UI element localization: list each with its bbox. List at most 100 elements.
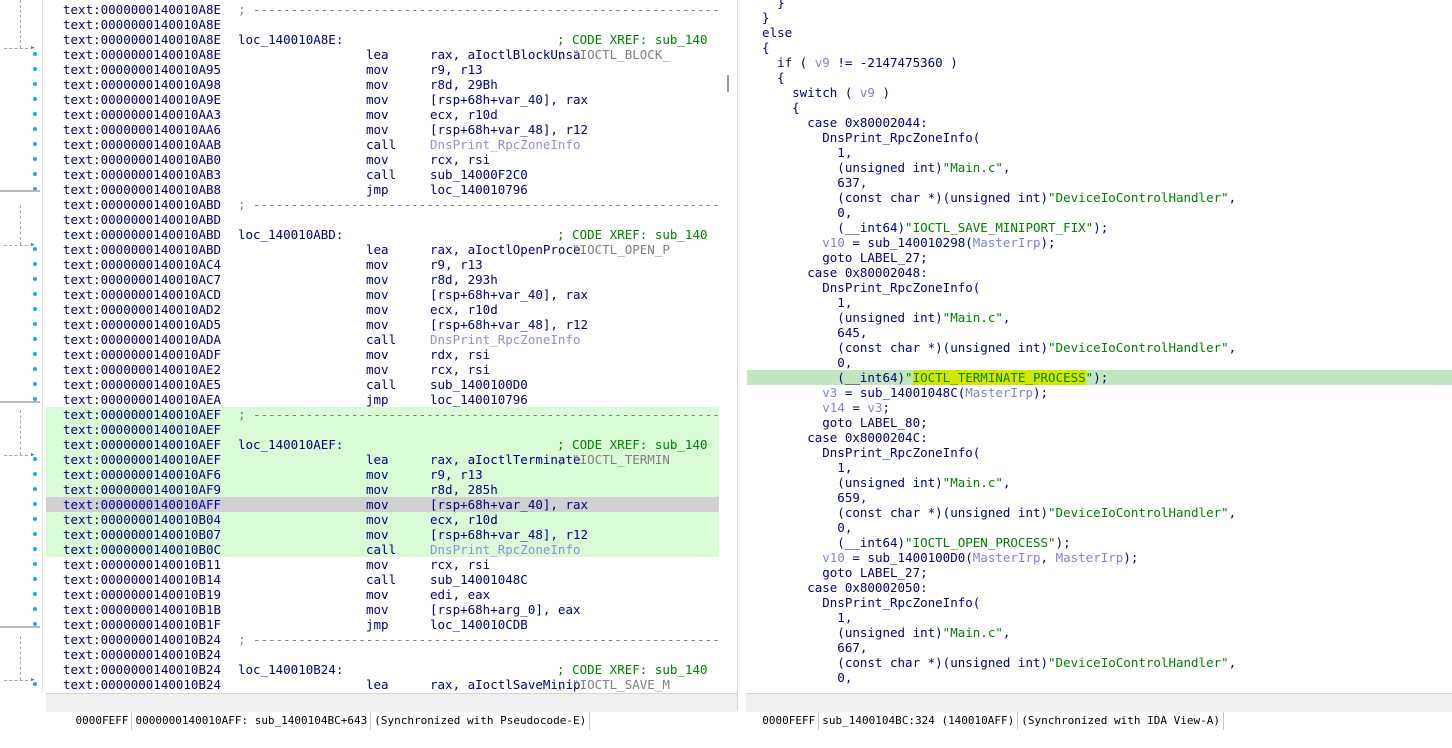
pseudocode-line[interactable]: 0, xyxy=(747,670,1452,685)
disasm-line[interactable]: text:0000000140010ABD ; -----------------… xyxy=(46,197,719,212)
disasm-line[interactable]: text:0000000140010AEF xyxy=(46,422,719,437)
disasm-line[interactable]: text:0000000140010ABD loc_140010ABD: ; COD… xyxy=(46,227,719,242)
pseudocode-line[interactable]: v10 = sub_1400100D0(MasterIrp, MasterIrp… xyxy=(747,550,1452,565)
disassembly-listing[interactable]: text:0000000140010A8E ; -----------------… xyxy=(46,0,719,693)
disasm-line[interactable]: text:0000000140010AB3 call sub_14000F2C0 xyxy=(46,167,719,182)
pseudocode-panel[interactable]: } } else { if ( v9 != -2147475360 ) { sw… xyxy=(737,0,1452,711)
disasm-line[interactable]: text:0000000140010B0C call DnsPrint_RpcZon… xyxy=(46,542,719,557)
breakpoint-dot-icon[interactable] xyxy=(33,157,37,161)
ida-view-panel[interactable]: ▸ ▸ ▸ ▸ text:0000000140010A8E ; ------------… xyxy=(0,0,737,730)
disasm-line[interactable]: text:0000000140010AF6 mov r9, r13 xyxy=(46,467,719,482)
breakpoint-dot-icon[interactable] xyxy=(33,172,37,176)
disasm-line[interactable]: text:0000000140010AEF loc_140010AEF: ; COD… xyxy=(46,437,719,452)
disasm-line[interactable]: text:0000000140010A8E lea rax, aIoctlBlock… xyxy=(46,47,719,62)
pseudocode-line[interactable]: } xyxy=(747,10,1452,25)
pseudocode-line[interactable]: case 0x80002048: xyxy=(747,265,1452,280)
breakpoint-dot-icon[interactable] xyxy=(33,487,37,491)
pseudocode-line[interactable]: goto LABEL_27; xyxy=(747,565,1452,580)
pseudocode-line[interactable]: DnsPrint_RpcZoneInfo( xyxy=(747,130,1452,145)
breakpoint-dot-icon[interactable] xyxy=(33,262,37,266)
disasm-line[interactable]: text:0000000140010AE2 mov rcx, rsi xyxy=(46,362,719,377)
pseudocode-line[interactable]: 645, xyxy=(747,325,1452,340)
disasm-line[interactable]: text:0000000140010AC4 mov r9, r13 xyxy=(46,257,719,272)
pseudocode-line[interactable]: (unsigned int)"Main.c", xyxy=(747,475,1452,490)
pseudocode-line[interactable]: else xyxy=(747,25,1452,40)
disasm-line[interactable]: text:0000000140010ADF mov rdx, rsi xyxy=(46,347,719,362)
disasm-line[interactable]: text:0000000140010B07 mov [rsp+68h+var_48]… xyxy=(46,527,719,542)
pseudocode-line[interactable]: switch ( v9 ) xyxy=(747,85,1452,100)
disasm-line[interactable]: text:0000000140010B24 ; -----------------… xyxy=(46,632,719,647)
pseudocode-line[interactable]: (const char *)(unsigned int)"DeviceIoCon… xyxy=(747,505,1452,520)
pseudocode-line[interactable]: goto LABEL_27; xyxy=(747,250,1452,265)
breakpoint-dot-icon[interactable] xyxy=(33,142,37,146)
pseudocode-line[interactable]: DnsPrint_RpcZoneInfo( xyxy=(747,280,1452,295)
disasm-line[interactable]: text:0000000140010ACD mov [rsp+68h+var_40]… xyxy=(46,287,719,302)
pseudocode-line[interactable]: 0, xyxy=(747,520,1452,535)
vertical-scrollbar-thumb[interactable] xyxy=(727,75,729,92)
pseudocode-line[interactable]: { xyxy=(747,40,1452,55)
pseudocode-line[interactable]: 0, xyxy=(747,205,1452,220)
pseudocode-line[interactable]: { xyxy=(747,70,1452,85)
disasm-line[interactable]: text:0000000140010A98 mov r8d, 29Bh xyxy=(46,77,719,92)
pseudocode-line[interactable]: if ( v9 != -2147475360 ) xyxy=(747,55,1452,70)
disasm-line[interactable]: text:0000000140010AEA jmp loc_140010796 xyxy=(46,392,719,407)
pseudocode-line[interactable]: } xyxy=(747,0,1452,10)
breakpoint-dot-icon[interactable] xyxy=(33,337,37,341)
disasm-line[interactable]: text:0000000140010AE5 call sub_1400100D0 xyxy=(46,377,719,392)
disasm-line[interactable]: text:0000000140010B1B mov [rsp+68h+arg_0],… xyxy=(46,602,719,617)
pseudocode-line[interactable]: 1, xyxy=(747,295,1452,310)
breakpoint-dot-icon[interactable] xyxy=(33,607,37,611)
disasm-line[interactable]: text:0000000140010A8E loc_140010A8E: ; COD… xyxy=(46,32,719,47)
disasm-line[interactable]: text:0000000140010AD5 mov [rsp+68h+var_48]… xyxy=(46,317,719,332)
disasm-line[interactable]: text:0000000140010AC7 mov r8d, 293h xyxy=(46,272,719,287)
breakpoint-dot-icon[interactable] xyxy=(33,532,37,536)
pseudocode-line[interactable]: 1, xyxy=(747,145,1452,160)
disasm-line[interactable]: text:0000000140010B11 mov rcx, rsi xyxy=(46,557,719,572)
disasm-line[interactable]: text:0000000140010B1F jmp loc_140010CDB xyxy=(46,617,719,632)
pseudocode-line[interactable]: 1, xyxy=(747,610,1452,625)
disasm-line[interactable]: text:0000000140010AB0 mov rcx, rsi xyxy=(46,152,719,167)
disasm-line[interactable]: text:0000000140010AAB call DnsPrint_RpcZon… xyxy=(46,137,719,152)
pseudocode-line[interactable]: case 0x8000204C: xyxy=(747,430,1452,445)
pseudocode-line[interactable]: 1, xyxy=(747,460,1452,475)
breakpoint-dot-icon[interactable] xyxy=(33,277,37,281)
pseudocode-line[interactable]: (const char *)(unsigned int)"DeviceIoCon… xyxy=(747,655,1452,670)
pseudocode-line[interactable]: 667, xyxy=(747,640,1452,655)
breakpoint-dot-icon[interactable] xyxy=(33,322,37,326)
breakpoint-dot-icon[interactable] xyxy=(33,97,37,101)
pseudocode-line[interactable]: DnsPrint_RpcZoneInfo( xyxy=(747,445,1452,460)
breakpoint-dot-icon[interactable] xyxy=(33,577,37,581)
disasm-line[interactable]: text:0000000140010A9E mov [rsp+68h+var_40]… xyxy=(46,92,719,107)
breakpoint-dot-icon[interactable] xyxy=(33,112,37,116)
pseudocode-line[interactable]: (const char *)(unsigned int)"DeviceIoCon… xyxy=(747,340,1452,355)
breakpoint-dot-icon[interactable] xyxy=(33,502,37,506)
pseudocode-line[interactable]: (unsigned int)"Main.c", xyxy=(747,310,1452,325)
disasm-line[interactable]: text:0000000140010ABD xyxy=(46,212,719,227)
breakpoint-dot-icon[interactable] xyxy=(33,367,37,371)
pseudocode-line[interactable]: 0, xyxy=(747,355,1452,370)
breakpoint-dot-icon[interactable] xyxy=(33,352,37,356)
breakpoint-dot-icon[interactable] xyxy=(33,67,37,71)
pseudocode-line[interactable]: case 0x80002044: xyxy=(747,115,1452,130)
disasm-line[interactable]: text:0000000140010B04 mov ecx, r10d xyxy=(46,512,719,527)
disasm-line[interactable]: text:0000000140010AA6 mov [rsp+68h+var_48]… xyxy=(46,122,719,137)
disasm-line[interactable]: text:0000000140010AB8 jmp loc_140010796 xyxy=(46,182,719,197)
pseudocode-line[interactable]: goto LABEL_80; xyxy=(747,415,1452,430)
pseudocode-line[interactable]: v10 = sub_140010298(MasterIrp); xyxy=(747,235,1452,250)
disasm-line[interactable]: text:0000000140010A8E xyxy=(46,17,719,32)
disasm-line[interactable]: text:0000000140010ABD lea rax, aIoctlOpenP… xyxy=(46,242,719,257)
breakpoint-dot-icon[interactable] xyxy=(33,307,37,311)
disasm-line[interactable]: text:0000000140010ADA call DnsPrint_RpcZon… xyxy=(46,332,719,347)
breakpoint-dot-icon[interactable] xyxy=(33,562,37,566)
disasm-line[interactable]: text:0000000140010AA3 mov ecx, r10d xyxy=(46,107,719,122)
breakpoint-dot-icon[interactable] xyxy=(33,292,37,296)
breakpoint-dot-icon[interactable] xyxy=(33,517,37,521)
pseudocode-highlighted-line[interactable]: (__int64)"IOCTL_TERMINATE_PROCESS"); xyxy=(747,370,1452,385)
pseudocode-line[interactable]: 637, xyxy=(747,175,1452,190)
disasm-line[interactable]: text:0000000140010B24 lea rax, aIoctlSaveM… xyxy=(46,677,719,692)
disasm-line[interactable]: text:0000000140010A8E ; -----------------… xyxy=(46,2,719,17)
breakpoint-dot-icon[interactable] xyxy=(33,547,37,551)
pseudocode-line[interactable]: 659, xyxy=(747,490,1452,505)
disasm-line[interactable]: text:0000000140010A95 mov r9, r13 xyxy=(46,62,719,77)
pseudocode-line[interactable]: case 0x80002050: xyxy=(747,580,1452,595)
